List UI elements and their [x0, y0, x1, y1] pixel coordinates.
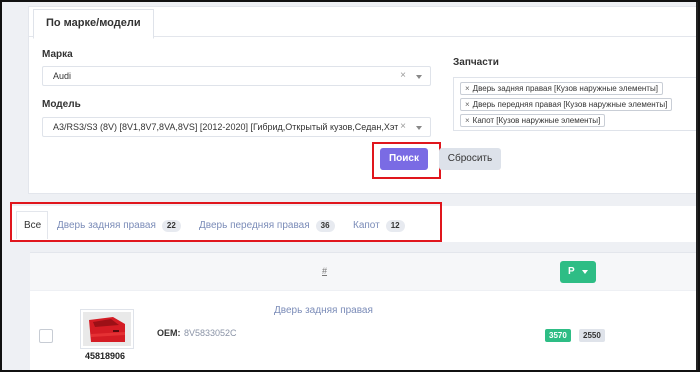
page-edge-divider: [696, 2, 698, 370]
brand-clear-icon[interactable]: ×: [400, 67, 406, 85]
chevron-down-icon: [582, 270, 588, 274]
column-hash[interactable]: #: [322, 266, 327, 276]
part-name-link[interactable]: Дверь задняя правая: [274, 305, 373, 316]
table-header: # Р: [30, 252, 698, 290]
parts-label: Запчасти: [453, 57, 499, 68]
part-chip[interactable]: × Дверь задняя правая [Кузов наружные эле…: [460, 82, 663, 95]
remove-icon[interactable]: ×: [465, 116, 470, 125]
brand-label: Марка: [42, 49, 73, 60]
oem-label: OEM:: [157, 328, 181, 338]
price-badge-green: 3570: [545, 329, 571, 342]
remove-icon[interactable]: ×: [465, 100, 470, 109]
search-button[interactable]: Поиск: [380, 148, 428, 170]
part-number: 45818906: [85, 351, 126, 361]
chevron-down-icon[interactable]: [416, 75, 422, 79]
part-thumbnail[interactable]: [80, 309, 134, 349]
reset-button[interactable]: Сбросить: [439, 148, 501, 170]
tab-by-brand-model[interactable]: По марке/модели: [33, 9, 154, 39]
remove-icon[interactable]: ×: [465, 84, 470, 93]
part-chip[interactable]: × Капот [Кузов наружные элементы]: [460, 114, 606, 127]
row-checkbox[interactable]: [39, 329, 53, 343]
model-clear-icon[interactable]: ×: [400, 118, 406, 136]
filter-card: По марке/модели Марка Audi × Модель A3/R…: [28, 6, 698, 194]
brand-select[interactable]: Audi ×: [42, 66, 431, 86]
red-door-image: [83, 312, 131, 346]
page: По марке/модели Марка Audi × Модель A3/R…: [2, 2, 698, 370]
tabs-highlight-box: [10, 202, 442, 242]
model-select[interactable]: A3/RS3/S3 (8V) [8V1,8V7,8VA,8VS] [2012-2…: [42, 117, 431, 137]
brand-value: Audi: [53, 71, 72, 81]
filter-tab-strip: По марке/модели: [29, 7, 698, 39]
part-chip[interactable]: × Дверь передняя правая [Кузов наружные э…: [460, 98, 673, 111]
table-row: 45818906 Дверь задняя правая OEM: 8V5833…: [30, 291, 698, 370]
price-badge-grey: 2550: [579, 329, 605, 342]
oem-value: 8V5833052C: [184, 328, 237, 338]
parts-multiselect[interactable]: × Дверь задняя правая [Кузов наружные эле…: [453, 77, 698, 131]
price-dropdown-button[interactable]: Р: [560, 261, 596, 283]
model-value: A3/RS3/S3 (8V) [8V1,8V7,8VA,8VS] [2012-2…: [53, 122, 398, 132]
chevron-down-icon[interactable]: [416, 126, 422, 130]
model-label: Модель: [42, 99, 81, 110]
